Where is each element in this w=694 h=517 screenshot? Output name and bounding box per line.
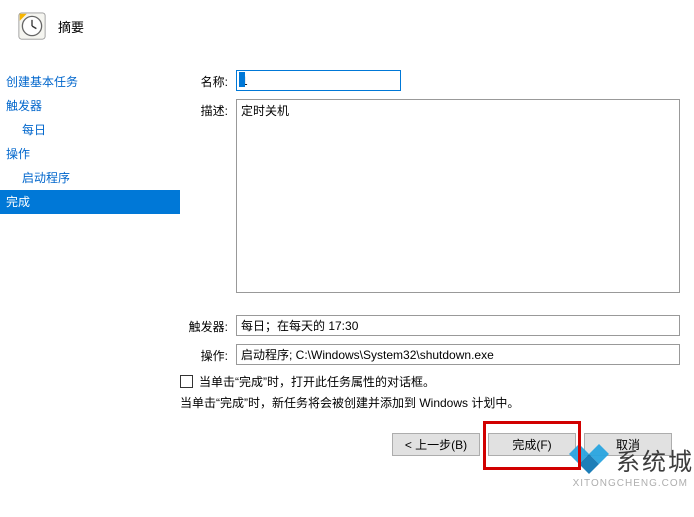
action-value [236, 344, 680, 365]
sidebar-item-trigger[interactable]: 触发器 [0, 94, 180, 118]
back-button[interactable]: < 上一步(B) [392, 433, 480, 456]
sidebar-item-start-program[interactable]: 启动程序 [0, 166, 180, 190]
description-label: 描述: [180, 99, 236, 119]
info-text: 当单击“完成”时，新任务将会被创建并添加到 Windows 计划中。 [180, 394, 680, 411]
checkbox-label: 当单击“完成”时，打开此任务属性的对话框。 [199, 373, 435, 390]
wizard-header: 摘要 [0, 0, 694, 70]
description-textarea[interactable] [236, 99, 680, 293]
sidebar-item-finish[interactable]: 完成 [0, 190, 180, 214]
open-properties-checkbox[interactable] [180, 375, 193, 388]
cancel-button[interactable]: 取消 [584, 433, 672, 456]
action-label: 操作: [180, 344, 236, 364]
wizard-sidebar: 创建基本任务 触发器 每日 操作 启动程序 完成 [0, 70, 180, 456]
clock-icon [18, 12, 46, 40]
button-row: < 上一步(B) 完成(F) 取消 [180, 433, 680, 456]
name-label: 名称: [180, 70, 236, 90]
finish-button[interactable]: 完成(F) [488, 433, 576, 456]
trigger-label: 触发器: [180, 315, 236, 335]
watermark-sub: XITONGCHENG.COM [573, 478, 688, 489]
sidebar-item-action[interactable]: 操作 [0, 142, 180, 166]
wizard-main: 名称: 描述: 触发器: 操作: 当单击“完成”时，打开此任务属性的对话框。 当… [180, 70, 694, 456]
wizard-title: 摘要 [58, 17, 84, 36]
sidebar-item-create-task[interactable]: 创建基本任务 [0, 70, 180, 94]
selection-highlight [239, 72, 245, 87]
trigger-value [236, 315, 680, 336]
sidebar-item-daily[interactable]: 每日 [0, 118, 180, 142]
name-input[interactable] [236, 70, 401, 91]
